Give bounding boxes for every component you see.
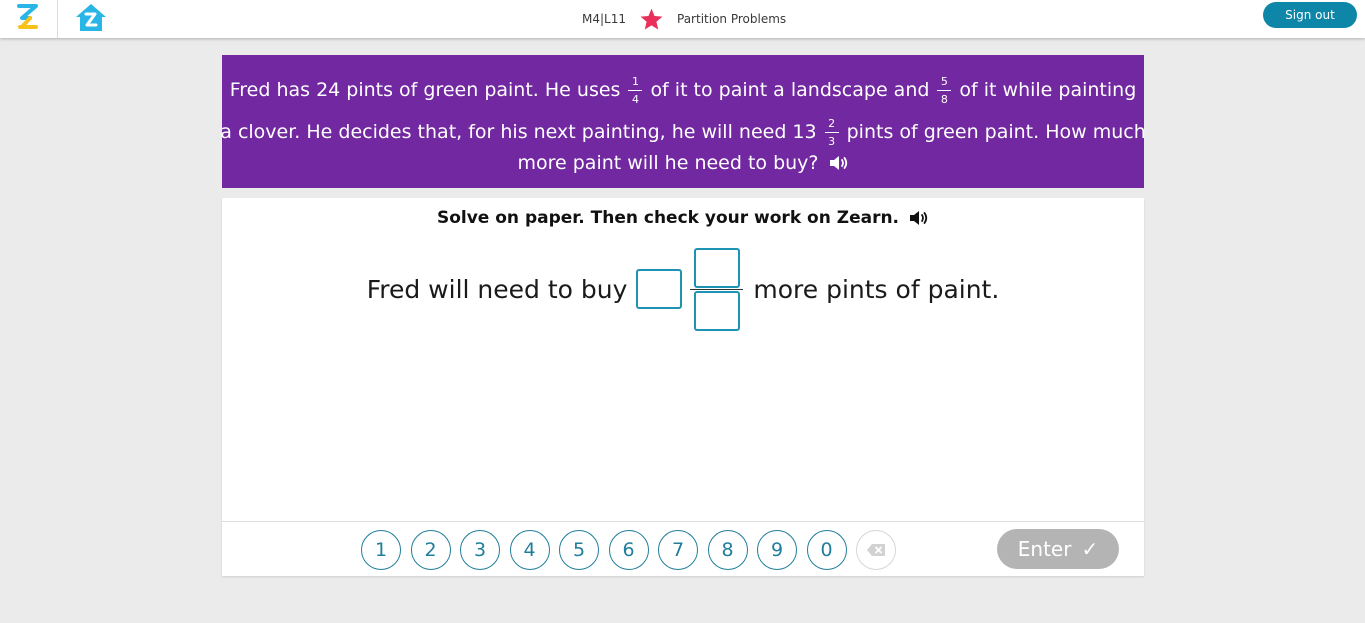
sentence-before: Fred will need to buy	[366, 274, 628, 304]
fraction-numerator: 1	[631, 74, 639, 88]
fraction-bar	[628, 89, 643, 91]
fraction-bar	[690, 288, 744, 290]
digit-key-2[interactable]: 2	[410, 530, 451, 570]
problem-line-1: Fred has 24 pints of green paint. He use…	[222, 72, 1144, 108]
number-keypad: 1 2 3 4 5 6 7 8 9 0 Enter ✓	[222, 521, 1144, 576]
fraction-denominator: 8	[940, 92, 948, 106]
problem-line-3: more paint will he need to buy?	[222, 149, 1144, 177]
fraction-denominator: 3	[828, 134, 836, 148]
fraction-bar	[824, 131, 839, 133]
problem-text: of it while painting	[959, 79, 1137, 101]
problem-text: Fred has 24 pints of green paint. He use…	[229, 79, 621, 101]
digit-key-5[interactable]: 5	[559, 530, 599, 570]
digit-keys: 1 2 3 4 5 6 7 8 9 0	[361, 530, 896, 570]
fraction-two-thirds: 2 3	[824, 116, 839, 148]
zearn-logo-icon[interactable]	[16, 2, 40, 32]
lesson-title: Partition Problems	[677, 12, 787, 26]
digit-key-4[interactable]: 4	[509, 530, 550, 570]
problem-banner: Fred has 24 pints of green paint. He use…	[220, 55, 1146, 188]
fraction-one-fourth: 1 4	[628, 74, 643, 106]
fraction-bar	[937, 89, 952, 91]
whole-number-input[interactable]	[636, 269, 683, 309]
problem-text: pints of green paint. How much	[846, 121, 1146, 143]
speaker-icon[interactable]	[909, 209, 929, 227]
instruction: Solve on paper. Then check your work on …	[222, 205, 1144, 231]
fraction-input	[690, 247, 744, 331]
problem-text: more paint will he need to buy?	[517, 152, 819, 174]
work-panel: Solve on paper. Then check your work on …	[222, 198, 1144, 576]
instruction-text: Solve on paper. Then check your work on …	[436, 208, 900, 228]
fraction-numerator: 5	[940, 74, 948, 88]
digit-key-9[interactable]: 9	[757, 530, 797, 570]
problem-text: a clover. He decides that, for his next …	[220, 121, 817, 143]
lesson-code: M4|L11	[582, 12, 626, 26]
problem-text: of it to paint a landscape and	[650, 79, 930, 101]
digit-key-3[interactable]: 3	[460, 530, 500, 570]
sign-out-button[interactable]: Sign out	[1263, 2, 1357, 28]
digit-key-1[interactable]: 1	[361, 530, 401, 570]
sentence-after: more pints of paint.	[753, 274, 1000, 304]
enter-label: Enter	[1017, 537, 1072, 561]
fraction-numerator: 2	[828, 116, 836, 130]
checkmark-icon: ✓	[1081, 537, 1099, 561]
denominator-input[interactable]	[693, 290, 740, 331]
star-icon	[640, 8, 663, 29]
backspace-icon	[867, 544, 885, 556]
backspace-button[interactable]	[856, 530, 896, 570]
speaker-icon[interactable]	[829, 154, 849, 172]
numerator-input[interactable]	[693, 247, 740, 288]
digit-key-6[interactable]: 6	[608, 530, 649, 570]
top-bar: M4|L11 Partition Problems Sign out	[0, 0, 1365, 38]
home-icon[interactable]	[74, 2, 108, 33]
lesson-breadcrumb: M4|L11 Partition Problems	[560, 0, 820, 38]
fraction-five-eighths: 5 8	[937, 74, 952, 106]
fraction-denominator: 4	[631, 92, 639, 106]
digit-key-7[interactable]: 7	[658, 530, 698, 570]
digit-key-0[interactable]: 0	[806, 530, 847, 570]
header-divider	[57, 0, 58, 38]
enter-button[interactable]: Enter ✓	[997, 529, 1119, 569]
problem-line-2: a clover. He decides that, for his next …	[220, 114, 1146, 150]
digit-key-8[interactable]: 8	[707, 530, 748, 570]
answer-sentence: Fred will need to buy more pints of pain…	[222, 246, 1144, 332]
